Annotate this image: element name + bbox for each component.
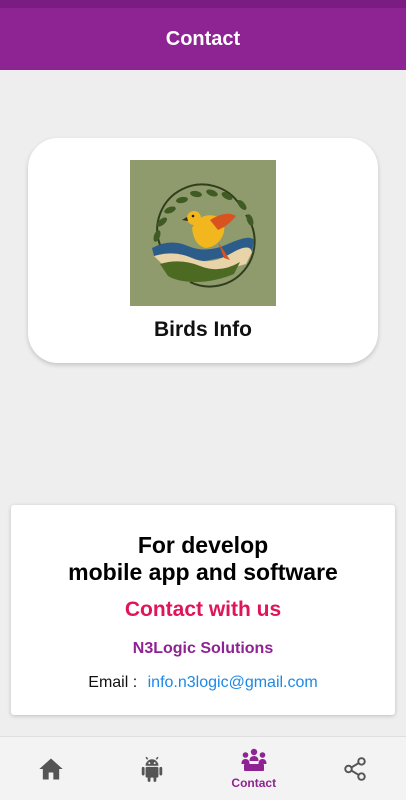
contact-cta: Contact with us <box>124 598 282 621</box>
android-icon <box>142 756 163 782</box>
app-name: Birds Info <box>154 318 252 341</box>
nav-share[interactable] <box>305 737 406 800</box>
status-bar <box>0 0 406 8</box>
app-bar: Contact <box>0 8 406 70</box>
nav-apps[interactable] <box>102 737 204 800</box>
email-link[interactable]: info.n3logic@gmail.com <box>148 674 318 691</box>
contact-card: For develop mobile app and software Cont… <box>11 505 395 715</box>
nav-contact-label: Contact <box>231 776 277 790</box>
home-icon <box>39 758 63 779</box>
email-label: Email : <box>88 674 138 691</box>
headline-line-1: For develop <box>137 532 269 558</box>
headline-line-2: mobile app and software <box>68 559 338 585</box>
nav-home[interactable] <box>0 737 102 800</box>
bird-logo-icon <box>130 160 276 306</box>
contact-group-icon <box>241 748 267 771</box>
bottom-nav: Contact <box>0 736 406 800</box>
email-row: Email : info.n3logic@gmail.com <box>11 674 395 692</box>
headline: For develop mobile app and software <box>11 532 395 586</box>
page-title: Contact <box>165 27 241 50</box>
share-icon <box>344 756 366 781</box>
app-card[interactable]: Birds Info <box>28 138 378 363</box>
company-name: N3Logic Solutions <box>132 640 274 657</box>
nav-contact[interactable]: Contact <box>203 737 305 800</box>
